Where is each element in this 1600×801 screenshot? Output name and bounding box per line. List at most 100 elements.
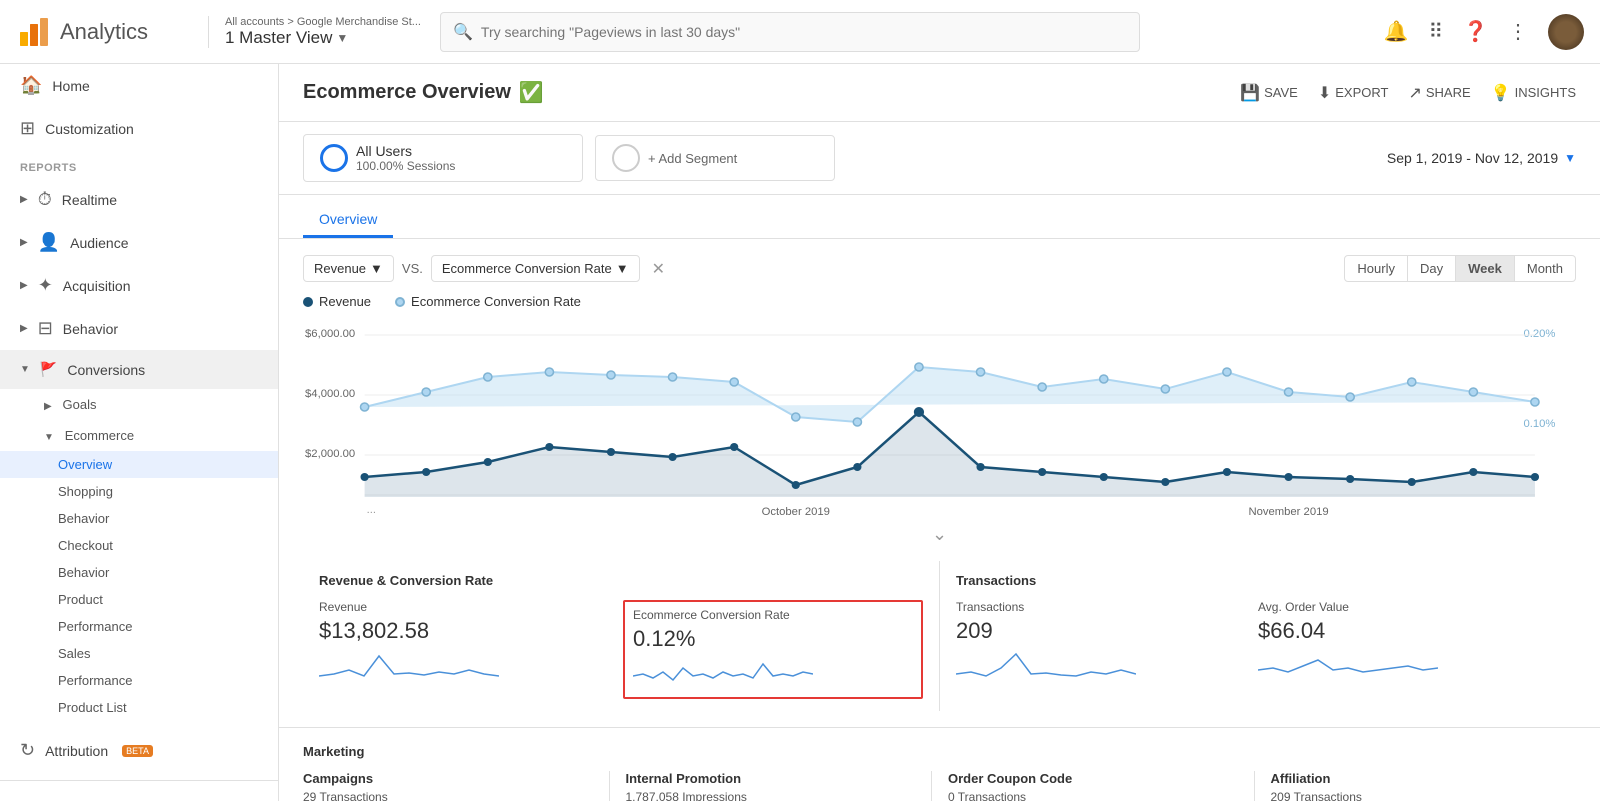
all-users-segment[interactable]: All Users 100.00% Sessions xyxy=(303,134,583,182)
share-button[interactable]: ↗ SHARE xyxy=(1408,83,1470,103)
insights-icon: 💡 xyxy=(1491,83,1511,103)
sidebar-item-product-list[interactable]: Product List xyxy=(0,694,278,721)
revenue-sparkline xyxy=(319,648,499,680)
notifications-icon[interactable]: 🔔 xyxy=(1384,19,1409,44)
coupon-title: Order Coupon Code xyxy=(948,771,1238,786)
legend-conversion-dot xyxy=(395,297,405,307)
conv-datapoint xyxy=(422,388,430,396)
conv-datapoint xyxy=(1161,385,1169,393)
time-month[interactable]: Month xyxy=(1515,255,1576,282)
conv-datapoint xyxy=(1038,383,1046,391)
sidebar-item-customization[interactable]: ⊞ Customization xyxy=(0,107,278,150)
save-button[interactable]: 💾 SAVE xyxy=(1240,83,1298,103)
sidebar-item-goals[interactable]: ▶ Goals xyxy=(0,389,278,420)
conv-datapoint xyxy=(484,373,492,381)
sidebar-customization-label: Customization xyxy=(45,121,134,137)
datapoint xyxy=(1346,475,1354,483)
conv-datapoint xyxy=(1100,375,1108,383)
segments-row: All Users 100.00% Sessions + Add Segment… xyxy=(279,122,1600,195)
sidebar-item-realtime[interactable]: ▶ ⏱ Realtime xyxy=(0,178,278,221)
sidebar-item-shopping-behavior[interactable]: Shopping xyxy=(0,478,278,505)
more-icon[interactable]: ⋮ xyxy=(1508,19,1528,44)
conv-datapoint xyxy=(730,378,738,386)
metric1-dropdown[interactable]: Revenue ▼ xyxy=(303,255,394,282)
page-title: Ecommerce Overview xyxy=(303,81,511,104)
time-week[interactable]: Week xyxy=(1456,255,1515,282)
realtime-expand-icon: ▶ xyxy=(20,194,28,205)
sidebar-item-audience[interactable]: ▶ 👤 Audience xyxy=(0,221,278,264)
sidebar-item-checkout-behavior2[interactable]: Checkout xyxy=(0,532,278,559)
ecommerce-expand-icon: ▼ xyxy=(44,432,54,443)
datapoint xyxy=(545,443,553,451)
marketing-section: Marketing Campaigns 29 Transactions $1,3… xyxy=(279,728,1600,801)
sidebar-item-conversions[interactable]: ▼ 🚩 Conversions xyxy=(0,350,278,389)
beta-badge: BETA xyxy=(122,745,153,757)
time-hourly[interactable]: Hourly xyxy=(1344,255,1408,282)
date-range-text: Sep 1, 2019 - Nov 12, 2019 xyxy=(1387,150,1558,166)
conv-datapoint xyxy=(1346,393,1354,401)
svg-text:0.20%: 0.20% xyxy=(1524,328,1556,340)
sidebar-item-acquisition[interactable]: ▶ ✦ Acquisition xyxy=(0,264,278,307)
reports-label: REPORTS xyxy=(0,150,278,178)
avg-order-label: Avg. Order Value xyxy=(1258,600,1536,614)
sidebar-item-sales[interactable]: Sales xyxy=(0,640,278,667)
realtime-icon: ⏱ xyxy=(38,189,52,210)
view-selector[interactable]: 1 Master View ▼ xyxy=(225,28,428,48)
save-label: SAVE xyxy=(1264,85,1298,100)
sidebar-item-behavior[interactable]: ▶ ⊟ Behavior xyxy=(0,307,278,350)
analytics-logo-icon xyxy=(16,14,52,50)
help-icon[interactable]: ❓ xyxy=(1463,19,1488,44)
transactions-value: 209 xyxy=(956,618,1234,644)
apps-icon[interactable]: ⠿ xyxy=(1428,19,1443,44)
sidebar-realtime-label: Realtime xyxy=(62,192,117,208)
conv-datapoint xyxy=(1223,368,1231,376)
insights-button[interactable]: 💡 INSIGHTS xyxy=(1491,83,1576,103)
conv-datapoint xyxy=(1531,398,1539,406)
datapoint xyxy=(976,463,984,471)
conv-datapoint xyxy=(668,373,676,381)
sidebar-item-ecommerce[interactable]: ▼ Ecommerce xyxy=(0,420,278,451)
metric2-dropdown[interactable]: Ecommerce Conversion Rate ▼ xyxy=(431,255,640,282)
sidebar-product-label: Product xyxy=(58,592,103,607)
sidebar-item-behavior2[interactable]: Behavior xyxy=(0,559,278,586)
page-title-area: Ecommerce Overview ✅ xyxy=(303,80,544,105)
avatar[interactable] xyxy=(1548,14,1584,50)
sidebar-audience-label: Audience xyxy=(70,235,128,251)
conversions-expand-icon: ▼ xyxy=(20,364,30,375)
behavior-icon: ⊟ xyxy=(38,318,53,339)
sidebar-item-checkout-behavior[interactable]: Behavior xyxy=(0,505,278,532)
search-input[interactable] xyxy=(481,24,1127,40)
search-bar[interactable]: 🔍 xyxy=(440,12,1140,52)
tab-overview[interactable]: Overview xyxy=(303,203,393,238)
top-nav: Analytics All accounts > Google Merchand… xyxy=(0,0,1600,64)
sidebar-conversions-label: Conversions xyxy=(67,362,145,378)
sidebar-behavior-label: Behavior xyxy=(63,321,118,337)
sidebar-ecommerce-label: Ecommerce xyxy=(65,428,134,443)
main-header: Ecommerce Overview ✅ 💾 SAVE ⬇ EXPORT ↗ S… xyxy=(279,64,1600,122)
datapoint xyxy=(1531,473,1539,481)
sidebar-checkout-label: Behavior xyxy=(58,511,109,526)
vs-label: VS. xyxy=(402,261,423,276)
app-title: Analytics xyxy=(60,19,148,45)
sidebar-item-attribution[interactable]: ↻ Attribution BETA xyxy=(0,729,278,772)
conv-datapoint xyxy=(915,363,923,371)
main-chart: $6,000.00 $4,000.00 $2,000.00 0.20% 0.10… xyxy=(303,317,1576,517)
customization-icon: ⊞ xyxy=(20,118,35,139)
export-button[interactable]: ⬇ EXPORT xyxy=(1318,83,1389,103)
revenue-value: $13,802.58 xyxy=(319,618,599,644)
time-day[interactable]: Day xyxy=(1408,255,1456,282)
sidebar-item-performance2[interactable]: Performance xyxy=(0,667,278,694)
add-segment-chip[interactable]: + Add Segment xyxy=(595,135,835,181)
svg-text:$2,000.00: $2,000.00 xyxy=(305,448,355,460)
sidebar-item-settings[interactable]: ⚙ xyxy=(0,789,278,801)
sidebar-item-home[interactable]: 🏠 Home xyxy=(0,64,278,107)
sidebar-item-overview[interactable]: Overview xyxy=(0,451,278,478)
marketing-items: Campaigns 29 Transactions $1,306.59 Reve… xyxy=(303,771,1576,801)
date-range-selector[interactable]: Sep 1, 2019 - Nov 12, 2019 ▼ xyxy=(1387,150,1576,166)
logo-area: Analytics xyxy=(16,14,196,50)
chart-collapse-icon[interactable]: ⌄ xyxy=(932,524,947,544)
sidebar-item-product[interactable]: Product xyxy=(0,586,278,613)
sidebar-item-performance1[interactable]: Performance xyxy=(0,613,278,640)
clear-metric-button[interactable]: ✕ xyxy=(652,259,665,279)
sidebar-shopping-label: Shopping xyxy=(58,484,113,499)
